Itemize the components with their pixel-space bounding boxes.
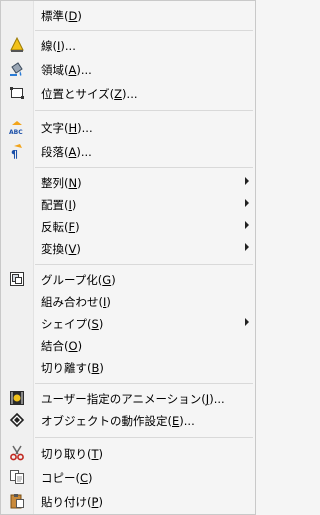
svg-text:¶: ¶ bbox=[11, 148, 18, 159]
menu-item-label: 線(I)... bbox=[41, 39, 76, 53]
menu-item-cut[interactable]: 切り取り(T) bbox=[1, 442, 255, 464]
menu-item-label: 文字(H)... bbox=[41, 121, 93, 135]
submenu-arrow-icon bbox=[245, 243, 249, 251]
position-size-icon bbox=[9, 85, 25, 101]
submenu-arrow-icon bbox=[245, 221, 249, 229]
menu-item-shapes[interactable]: シェイプ(S) bbox=[1, 312, 255, 334]
menu-item-label: 結合(O) bbox=[41, 339, 83, 353]
menu-item-label: 領域(A)... bbox=[41, 63, 92, 77]
menu-item-copy[interactable]: コピー(C) bbox=[1, 466, 255, 488]
menu-item-label: グループ化(G) bbox=[41, 273, 116, 287]
menu-item-convert[interactable]: 変換(V) bbox=[1, 237, 255, 259]
scissors-icon bbox=[9, 445, 25, 461]
menu-item-label: コピー(C) bbox=[41, 471, 93, 485]
menu-item-group[interactable]: グループ化(G) bbox=[1, 268, 255, 290]
menu-item-label: 配置(I) bbox=[41, 198, 77, 212]
menu-item-align[interactable]: 配置(I) bbox=[1, 193, 255, 215]
menu-item-flip[interactable]: 反転(F) bbox=[1, 215, 255, 237]
menu-item-position-size[interactable]: 位置とサイズ(Z)... bbox=[1, 82, 255, 104]
menu-item-paste[interactable]: 貼り付け(P) bbox=[1, 490, 255, 512]
separator bbox=[35, 167, 253, 168]
menu-item-label: 標準(D) bbox=[41, 9, 82, 23]
menu-item-combine[interactable]: 組み合わせ(I) bbox=[1, 290, 255, 312]
paragraph-icon: ¶ bbox=[9, 143, 25, 161]
separator bbox=[35, 437, 253, 438]
menu-item-connect[interactable]: 結合(O) bbox=[1, 334, 255, 356]
menu-item-label: 反転(F) bbox=[41, 220, 80, 234]
menu-item-default[interactable]: 標準(D) bbox=[1, 4, 255, 26]
menu-item-area[interactable]: 領域(A)... bbox=[1, 58, 255, 80]
menu-item-arrange[interactable]: 整列(N) bbox=[1, 171, 255, 193]
menu-item-interaction[interactable]: オブジェクトの動作設定(E)... bbox=[1, 409, 255, 431]
menu-item-label: 組み合わせ(I) bbox=[41, 295, 111, 309]
menu-item-label: シェイプ(S) bbox=[41, 317, 104, 331]
separator bbox=[35, 110, 253, 111]
context-menu: 標準(D) 線(I)... 領域(A)... 位置とサイズ(Z)... ABC … bbox=[0, 0, 256, 515]
character-icon: ABC bbox=[9, 119, 25, 136]
menu-item-break[interactable]: 切り離す(B) bbox=[1, 356, 255, 378]
separator bbox=[35, 264, 253, 265]
copy-icon bbox=[9, 469, 25, 485]
area-fill-icon bbox=[9, 61, 25, 77]
menu-item-line[interactable]: 線(I)... bbox=[1, 34, 255, 56]
menu-item-label: 貼り付け(P) bbox=[41, 495, 103, 509]
menu-item-label: 切り離す(B) bbox=[41, 361, 104, 375]
group-icon bbox=[9, 271, 25, 287]
menu-item-label: 位置とサイズ(Z)... bbox=[41, 87, 138, 101]
submenu-arrow-icon bbox=[245, 318, 249, 326]
menu-item-label: 変換(V) bbox=[41, 242, 81, 256]
menu-item-label: 段落(A)... bbox=[41, 145, 92, 159]
menu-item-custom-animation[interactable]: ユーザー指定のアニメーション(J)... bbox=[1, 387, 255, 409]
animation-icon bbox=[9, 390, 25, 406]
separator bbox=[35, 383, 253, 384]
paste-icon bbox=[9, 493, 25, 509]
submenu-arrow-icon bbox=[245, 177, 249, 185]
menu-item-label: ユーザー指定のアニメーション(J)... bbox=[41, 392, 225, 406]
menu-item-label: オブジェクトの動作設定(E)... bbox=[41, 414, 195, 428]
line-icon bbox=[9, 36, 25, 53]
menu-item-character[interactable]: ABC 文字(H)... bbox=[1, 116, 255, 138]
separator bbox=[35, 30, 253, 31]
interaction-icon bbox=[9, 412, 25, 428]
submenu-arrow-icon bbox=[245, 199, 249, 207]
menu-item-paragraph[interactable]: ¶ 段落(A)... bbox=[1, 140, 255, 162]
menu-item-label: 切り取り(T) bbox=[41, 447, 104, 461]
svg-text:ABC: ABC bbox=[9, 129, 23, 135]
menu-item-label: 整列(N) bbox=[41, 176, 82, 190]
